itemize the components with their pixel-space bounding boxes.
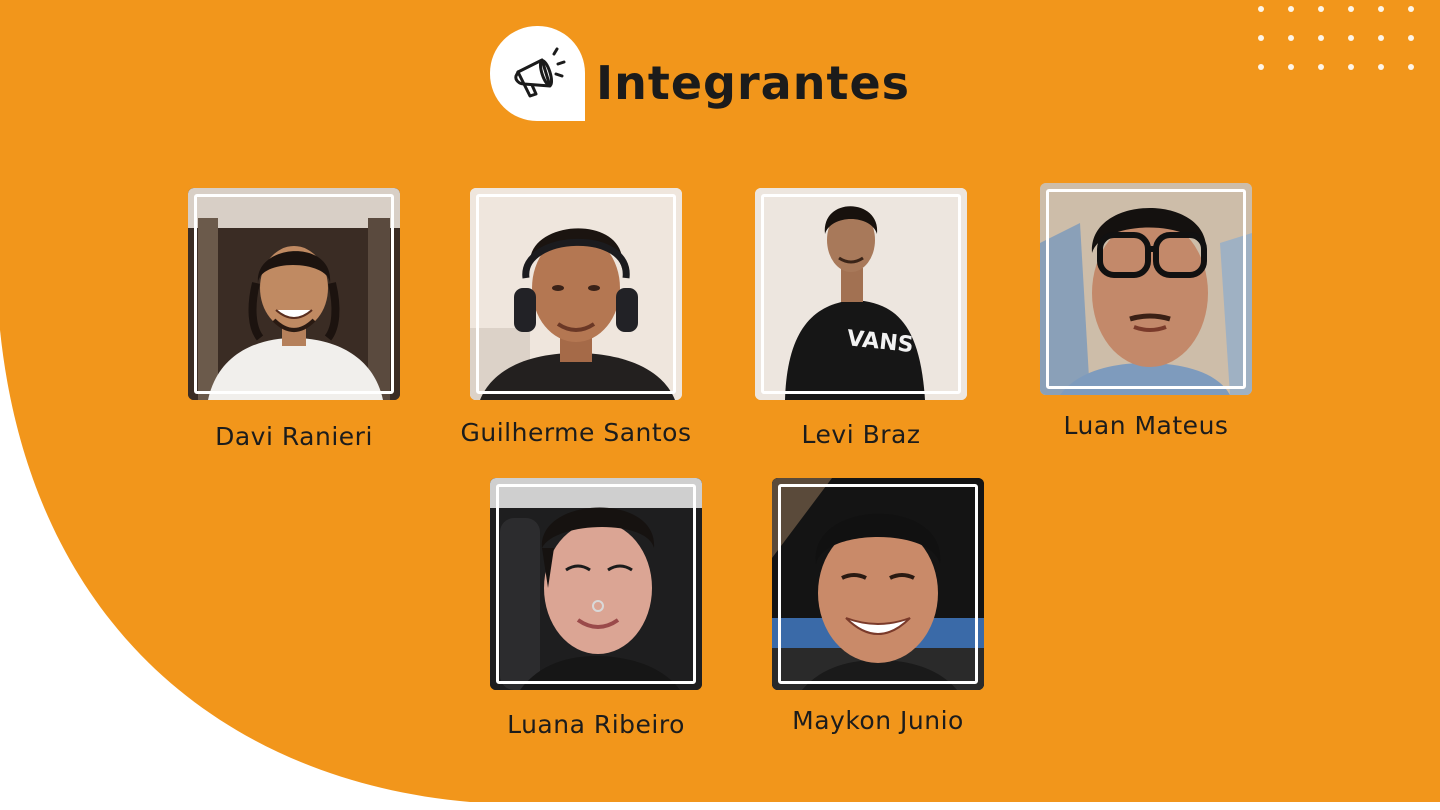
member-photo <box>772 478 984 690</box>
member-name: Davi Ranieri <box>215 422 373 451</box>
member-card-luana: Luana Ribeiro <box>490 478 702 739</box>
member-photo <box>188 188 400 400</box>
member-photo <box>490 478 702 690</box>
photo-frame <box>761 194 961 394</box>
member-photo <box>1040 183 1252 395</box>
member-name: Luana Ribeiro <box>507 710 685 739</box>
page-title: Integrantes <box>596 56 911 110</box>
member-name: Maykon Junio <box>792 706 964 735</box>
member-name: Guilherme Santos <box>460 418 692 447</box>
photo-frame <box>1046 189 1246 389</box>
member-photo <box>470 188 682 400</box>
photo-frame <box>496 484 696 684</box>
member-card-guilherme: Guilherme Santos <box>460 188 691 447</box>
member-photo: VANS <box>755 188 967 400</box>
member-card-levi: VANS Levi Braz <box>755 188 967 449</box>
megaphone-icon <box>513 47 565 97</box>
member-card-luan: Luan Mateus <box>1040 183 1252 440</box>
photo-frame <box>476 194 676 394</box>
photo-frame <box>194 194 394 394</box>
decorative-dot-grid <box>1258 6 1438 93</box>
member-name: Luan Mateus <box>1063 411 1229 440</box>
photo-frame <box>778 484 978 684</box>
member-card-maykon: Maykon Junio <box>772 478 984 735</box>
member-name: Levi Braz <box>801 420 921 449</box>
member-card-davi: Davi Ranieri <box>188 188 400 451</box>
title-badge <box>490 26 585 121</box>
